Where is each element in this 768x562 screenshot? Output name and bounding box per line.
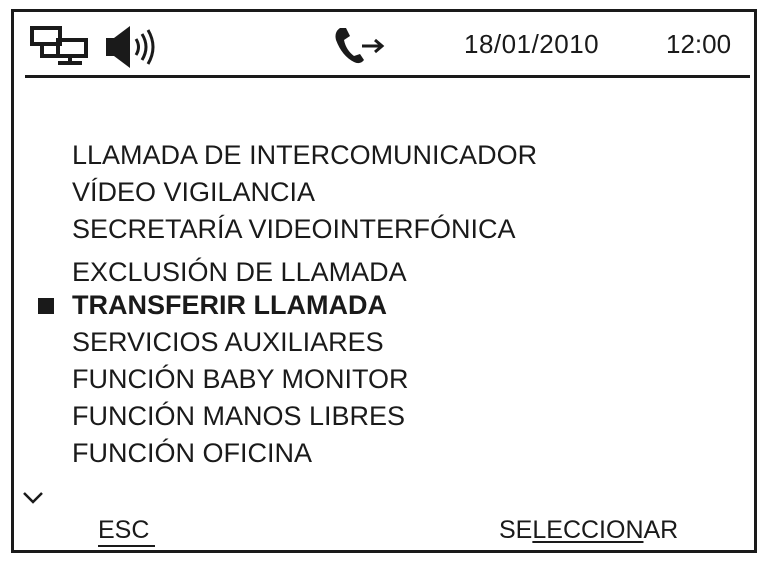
display-screen: 18/01/2010 12:00 LLAMADA DE INTERCOMUNIC… [11,9,757,553]
status-bar: 18/01/2010 12:00 [14,12,754,84]
selection-marker [38,298,54,314]
speaker-volume-icon [106,26,155,68]
menu-item-call-exclusion[interactable]: EXCLUSIÓN DE LLAMADA [72,257,407,287]
status-date: 18/01/2010 [464,29,600,59]
menu-item-intercom-call[interactable]: LLAMADA DE INTERCOMUNICADOR [72,140,537,170]
status-time: 12:00 [666,29,732,59]
select-softkey[interactable]: SELECCIONAR [499,516,678,545]
select-softkey-prefix: SE [499,516,533,544]
esc-softkey[interactable]: ESC [98,516,156,547]
menu-item-video-secretary[interactable]: SECRETARÍA VIDEOINTERFÓNICA [72,214,516,244]
menu-item-office-function[interactable]: FUNCIÓN OFICINA [72,438,312,468]
chevron-down-icon[interactable] [22,490,44,506]
select-softkey-underlined: LECCION [532,516,644,544]
select-softkey-suffix: AR [643,516,679,544]
intercom-network-icon [30,26,88,65]
menu-item-hands-free[interactable]: FUNCIÓN MANOS LIBRES [72,401,405,431]
menu-item-transfer-call[interactable]: TRANSFERIR LLAMADA [72,290,387,320]
call-transfer-icon [335,28,385,64]
menu-item-baby-monitor[interactable]: FUNCIÓN BABY MONITOR [72,364,409,394]
status-divider [25,75,750,78]
menu-item-video-surveillance[interactable]: VÍDEO VIGILANCIA [72,177,315,207]
menu-item-auxiliary-services[interactable]: SERVICIOS AUXILIARES [72,327,384,357]
